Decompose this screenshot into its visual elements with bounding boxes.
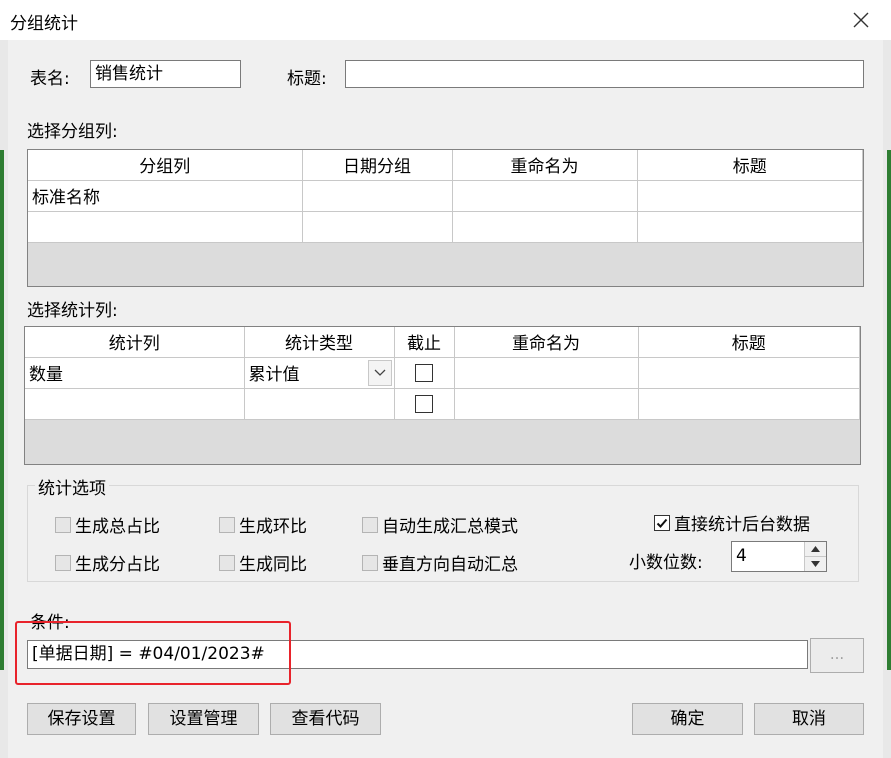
direct-backend-option[interactable]: 直接统计后台数据 [654, 510, 810, 535]
ok-button[interactable]: 确定 [632, 703, 743, 735]
group-grid[interactable]: 分组列 日期分组 重命名为 标题 标准名称 [27, 149, 864, 287]
decimal-places-value[interactable]: 4 [732, 542, 804, 571]
cutoff-cell[interactable] [393, 356, 455, 389]
table-row[interactable] [28, 210, 863, 243]
direct-backend-label: 直接统计后台数据 [674, 515, 810, 535]
table-cell[interactable] [636, 210, 863, 243]
table-row[interactable]: 数量 累计值 [25, 356, 860, 389]
column-header[interactable]: 标题 [636, 150, 863, 181]
sub-ratio-option[interactable]: 生成分占比 [55, 550, 160, 575]
table-row[interactable] [25, 387, 860, 420]
sub-ratio-checkbox[interactable] [55, 554, 71, 571]
group-section-label: 选择分组列: [27, 122, 118, 142]
table-cell[interactable] [451, 210, 638, 243]
yoy-ratio-label: 生成同比 [239, 555, 307, 575]
column-header[interactable]: 标题 [637, 327, 860, 358]
table-cell[interactable] [243, 387, 395, 420]
cancel-button[interactable]: 取消 [754, 703, 864, 735]
table-cell[interactable]: 数量 [25, 356, 245, 389]
table-cell[interactable] [301, 179, 453, 212]
vertical-auto-summary-checkbox[interactable] [362, 554, 378, 571]
background-highlight [0, 150, 4, 670]
ring-ratio-checkbox[interactable] [219, 516, 235, 533]
save-settings-button[interactable]: 保存设置 [27, 703, 136, 735]
highlight-annotation [15, 621, 291, 685]
yoy-ratio-checkbox[interactable] [219, 554, 235, 571]
title-label: 标题: [287, 69, 327, 89]
vertical-auto-summary-option[interactable]: 垂直方向自动汇总 [362, 550, 518, 575]
total-ratio-label: 生成总占比 [75, 517, 160, 537]
table-cell[interactable] [637, 356, 860, 389]
table-cell[interactable] [301, 210, 453, 243]
table-cell[interactable] [453, 387, 639, 420]
title-bar [0, 0, 891, 40]
column-header[interactable]: 分组列 [28, 150, 303, 181]
auto-summary-mode-option[interactable]: 自动生成汇总模式 [362, 512, 518, 537]
total-ratio-checkbox[interactable] [55, 516, 71, 533]
browse-button[interactable]: ... [810, 638, 864, 673]
title-input[interactable] [345, 60, 864, 88]
sub-ratio-label: 生成分占比 [75, 555, 160, 575]
vertical-auto-summary-label: 垂直方向自动汇总 [382, 555, 518, 575]
background-highlight [887, 150, 891, 670]
decimal-places-spinner[interactable]: 4 [731, 541, 827, 572]
column-header[interactable]: 重命名为 [453, 327, 639, 358]
table-cell[interactable] [28, 210, 303, 243]
spin-up-icon[interactable] [805, 542, 826, 557]
table-cell[interactable] [637, 387, 860, 420]
stat-type-value: 累计值 [248, 365, 300, 385]
checkmark-icon [656, 518, 668, 528]
decimal-places-label: 小数位数: [629, 553, 703, 573]
yoy-ratio-option[interactable]: 生成同比 [219, 550, 307, 575]
column-header[interactable]: 统计列 [25, 327, 245, 358]
table-cell[interactable] [636, 179, 863, 212]
stat-grid[interactable]: 统计列 统计类型 截止 重命名为 标题 数量 累计值 [24, 326, 861, 465]
spin-down-icon[interactable] [805, 557, 826, 571]
table-cell[interactable]: 标准名称 [28, 179, 303, 212]
table-name-input[interactable]: 销售统计 [90, 60, 241, 88]
auto-summary-mode-label: 自动生成汇总模式 [382, 517, 518, 537]
table-name-label: 表名: [30, 69, 70, 89]
column-header[interactable]: 截止 [393, 327, 455, 358]
stat-section-label: 选择统计列: [27, 301, 118, 321]
window-title: 分组统计 [10, 14, 78, 34]
manage-settings-button[interactable]: 设置管理 [148, 703, 259, 735]
column-header[interactable]: 统计类型 [243, 327, 395, 358]
view-code-button[interactable]: 查看代码 [270, 703, 381, 735]
cutoff-checkbox[interactable] [415, 363, 433, 382]
column-header[interactable]: 重命名为 [451, 150, 638, 181]
stat-options-label: 统计选项 [35, 474, 109, 499]
column-header[interactable]: 日期分组 [301, 150, 453, 181]
chevron-down-icon[interactable] [367, 359, 392, 386]
cutoff-cell[interactable] [393, 387, 455, 420]
table-cell[interactable] [451, 179, 638, 212]
ring-ratio-label: 生成环比 [239, 517, 307, 537]
direct-backend-checkbox[interactable] [654, 514, 670, 531]
total-ratio-option[interactable]: 生成总占比 [55, 512, 160, 537]
ring-ratio-option[interactable]: 生成环比 [219, 512, 307, 537]
table-cell[interactable] [25, 387, 245, 420]
cutoff-checkbox[interactable] [415, 394, 433, 413]
stat-type-select[interactable]: 累计值 [243, 356, 395, 389]
auto-summary-mode-checkbox[interactable] [362, 516, 378, 533]
table-cell[interactable] [453, 356, 639, 389]
close-icon[interactable] [845, 4, 877, 36]
table-row[interactable]: 标准名称 [28, 179, 863, 212]
